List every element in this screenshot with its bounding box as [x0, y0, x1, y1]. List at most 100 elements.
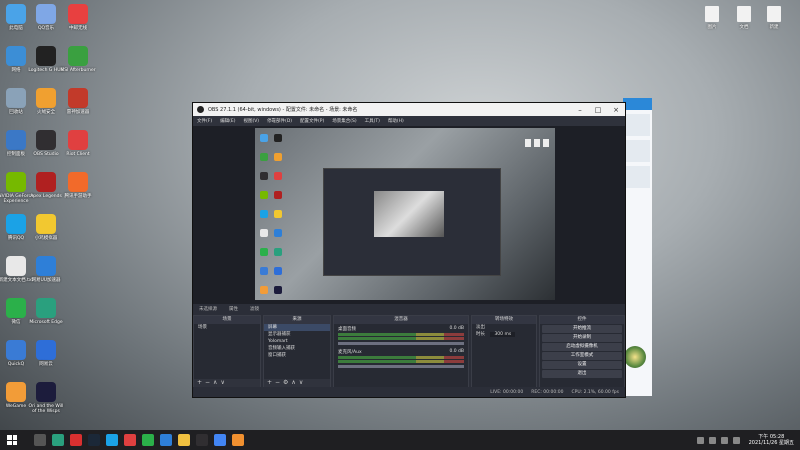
live-status: LIVE: 00:00:00	[490, 389, 524, 395]
volume-slider[interactable]	[338, 365, 464, 368]
app-icon	[6, 256, 26, 276]
clock[interactable]: 下午 05:28 2021/11/26 星期五	[749, 434, 794, 446]
steam-icon[interactable]	[88, 434, 100, 446]
desktop-icon-label: OBS Studio	[33, 152, 59, 157]
desktop-icon-label: 小鸡模拟器	[34, 236, 58, 241]
source-item[interactable]: 音频输入捕获	[264, 345, 330, 352]
captured-desktop-icons	[257, 130, 291, 301]
app-icon	[6, 130, 26, 150]
desktop-icon[interactable]: Ori and the Will of the Wisps	[28, 382, 64, 414]
desktop-icon[interactable]: OBS Studio	[28, 130, 64, 157]
start-button[interactable]	[0, 430, 24, 450]
transition-type[interactable]: 淡出	[472, 324, 536, 331]
obs-app-icon	[197, 106, 204, 113]
menu-item[interactable]: 场景集合(S)	[332, 118, 356, 124]
obs-icon[interactable]	[196, 434, 208, 446]
source-item[interactable]: 窗口捕获	[264, 352, 330, 359]
desktop-icon-label: Microsoft Edge	[29, 320, 63, 325]
desktop-icon-label: 中邮无线	[69, 26, 87, 31]
menu-item[interactable]: 工具(T)	[365, 118, 380, 124]
transitions-dock: 转场特效 淡出 时长 300 ms	[471, 315, 537, 388]
desktop-icon-label: 雷神加速器	[66, 110, 90, 115]
menu-item[interactable]: 视图(V)	[243, 118, 259, 124]
desktop-icon-pictures[interactable]: 图片	[704, 6, 720, 30]
network-icon[interactable]	[720, 436, 728, 444]
exit-button[interactable]: 退出	[542, 370, 622, 378]
desktop-icon[interactable]: 小鸡模拟器	[28, 214, 64, 241]
source-item[interactable]: 屏幕	[264, 324, 330, 331]
app-icon	[36, 172, 56, 192]
riot-icon[interactable]	[124, 434, 136, 446]
menu-item[interactable]: 编辑(E)	[220, 118, 235, 124]
uu-icon[interactable]	[160, 434, 172, 446]
edge-icon[interactable]	[52, 434, 64, 446]
menu-item[interactable]: 帮助(H)	[388, 118, 404, 124]
desktop-icon[interactable]: Microsoft Edge	[28, 298, 64, 325]
sublime-icon[interactable]	[232, 434, 244, 446]
volume-slider[interactable]	[338, 342, 464, 345]
track-db: 0.0 dB	[449, 326, 464, 331]
menu-item[interactable]: 停靠部件(D)	[267, 118, 292, 124]
menu-bar: 文件(F) 编辑(E) 视图(V) 停靠部件(D) 配置文件(P) 场景集合(S) 工具(T…	[193, 116, 625, 126]
desktop-icon[interactable]: Apex Legends	[28, 172, 64, 199]
desktop-icon[interactable]: 雷神加速器	[60, 88, 96, 115]
sources-header: 来源	[264, 316, 330, 324]
sources-footer[interactable]: +−⚙∧∨	[264, 379, 330, 387]
source-item[interactable]: 显示器捕获	[264, 331, 330, 338]
explorer-icon[interactable]	[178, 434, 190, 446]
side-window-titlebar[interactable]	[623, 98, 652, 110]
desktop-icon[interactable]: 网易UU加速器	[28, 256, 64, 283]
virtual-camera-button[interactable]: 启动虚拟摄像机	[542, 343, 622, 351]
desktop-icon[interactable]: 火绒安全	[28, 88, 64, 115]
desktop-icon[interactable]: 腾讯手游助手	[60, 172, 96, 199]
settings-button[interactable]: 设置	[542, 361, 622, 369]
mixer-header: 混音器	[334, 316, 468, 324]
properties-button[interactable]: 属性	[229, 306, 238, 312]
mixer-track: 桌面音频 0.0 dB	[334, 324, 468, 347]
side-window-panel	[625, 166, 650, 188]
studio-mode-button[interactable]: 工作室模式	[542, 352, 622, 360]
app-icon	[6, 4, 26, 24]
maximize-icon[interactable]: □	[589, 106, 607, 114]
desktop-icon[interactable]: 网易云	[28, 340, 64, 367]
preview-canvas[interactable]	[255, 128, 555, 300]
desktop-icon[interactable]: Riot Client	[60, 130, 96, 157]
search-icon[interactable]	[34, 434, 46, 446]
app-icon	[36, 214, 56, 234]
desktop-icon[interactable]: 中邮无线	[60, 4, 96, 31]
scene-item[interactable]: 场景	[194, 324, 260, 331]
volume-icon[interactable]	[732, 436, 740, 444]
desktop-icon[interactable]: MSI Afterburner	[60, 46, 96, 73]
minimize-icon[interactable]: –	[571, 106, 589, 114]
netease-icon[interactable]	[70, 434, 82, 446]
volume-meter	[338, 337, 464, 340]
transition-duration[interactable]: 时长 300 ms	[472, 331, 536, 338]
menu-item[interactable]: 配置文件(P)	[300, 118, 324, 124]
start-streaming-button[interactable]: 开始推流	[542, 325, 622, 333]
start-recording-button[interactable]: 开始录制	[542, 334, 622, 342]
scenes-footer[interactable]: +−∧∨	[194, 379, 260, 387]
volume-meter	[338, 333, 464, 336]
menu-item[interactable]: 文件(F)	[197, 118, 212, 124]
qq-icon[interactable]	[106, 434, 118, 446]
desktop-icon-label: Apex Legends	[30, 194, 62, 199]
chrome-icon[interactable]	[214, 434, 226, 446]
desktop-icon[interactable]: Logitech G HUB	[28, 46, 64, 73]
desktop-icon[interactable]: QQ音乐	[28, 4, 64, 31]
preview-area[interactable]	[193, 126, 625, 304]
source-item[interactable]: Yolomart	[264, 338, 330, 345]
close-icon[interactable]: ×	[607, 106, 625, 114]
app-icon	[6, 46, 26, 66]
filters-button[interactable]: 滤镜	[250, 306, 259, 312]
obs-titlebar[interactable]: OBS 27.1.1 (64-bit, windows) - 配置文件: 未命名…	[193, 103, 625, 116]
desktop-icon-label: 网易UU加速器	[31, 278, 61, 283]
obs-window[interactable]: OBS 27.1.1 (64-bit, windows) - 配置文件: 未命名…	[192, 102, 626, 398]
volume-meter	[338, 360, 464, 363]
wechat-icon[interactable]	[142, 434, 154, 446]
tray-icon[interactable]	[696, 436, 704, 444]
desktop-icon-new[interactable]: 新建	[766, 6, 782, 30]
desktop-icon-docs[interactable]: 文档	[736, 6, 752, 30]
app-icon	[36, 46, 56, 66]
app-icon	[6, 382, 26, 402]
tray-icon[interactable]	[708, 436, 716, 444]
